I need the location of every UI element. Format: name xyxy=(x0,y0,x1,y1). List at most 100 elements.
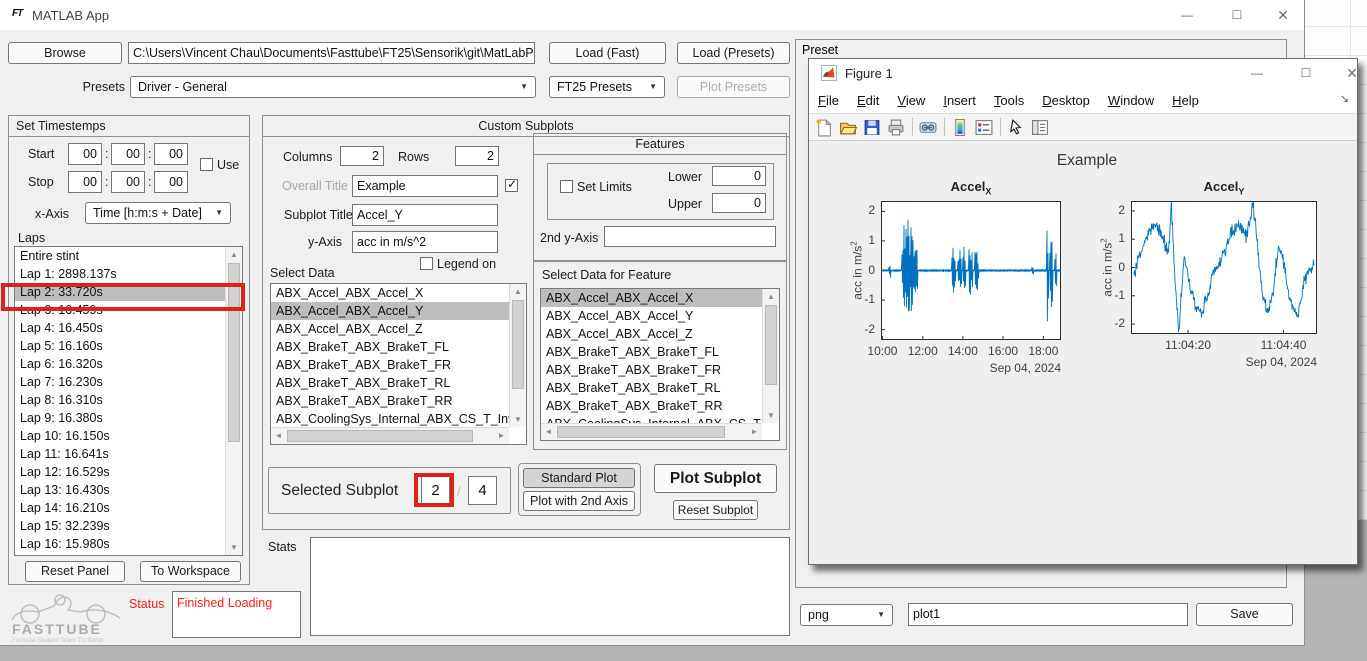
reset-subplot-button[interactable]: Reset Subplot xyxy=(673,500,758,520)
presets-dropdown[interactable]: Driver - General ▼ xyxy=(130,76,536,98)
scroll-thumb[interactable] xyxy=(557,426,725,438)
print-icon[interactable] xyxy=(886,118,906,137)
menu-window[interactable]: Window xyxy=(1099,88,1163,113)
select-data-hscrollbar[interactable]: ◄ ► xyxy=(271,427,509,444)
standard-plot-button[interactable]: Standard Plot xyxy=(523,468,635,488)
data-item[interactable]: ABX_BrakeT_ABX_BrakeT_FL xyxy=(271,338,509,356)
save-icon[interactable] xyxy=(862,118,882,137)
feature-item[interactable]: ABX_Accel_ABX_Accel_Z xyxy=(541,325,762,343)
menu-help[interactable]: Help xyxy=(1163,88,1208,113)
lap-item[interactable]: Lap 1: 2898.137s xyxy=(15,265,225,283)
lap-item[interactable]: Lap 8: 16.310s xyxy=(15,391,225,409)
new-file-icon[interactable] xyxy=(814,118,834,137)
set-limits-checkbox[interactable] xyxy=(560,180,573,193)
lap-item[interactable]: Lap 4: 16.450s xyxy=(15,319,225,337)
rows-field[interactable]: 2 xyxy=(455,146,499,166)
subplot-title-field[interactable]: Accel_Y xyxy=(352,204,498,226)
legend-icon[interactable] xyxy=(974,118,994,137)
menu-view[interactable]: View xyxy=(888,88,934,113)
save-button[interactable]: Save xyxy=(1196,603,1293,626)
lap-item[interactable]: Lap 11: 16.641s xyxy=(15,445,225,463)
data-item[interactable]: ABX_Accel_ABX_Accel_Y xyxy=(271,302,509,320)
select-feature-listbox[interactable]: ABX_Accel_ABX_Accel_XABX_Accel_ABX_Accel… xyxy=(540,288,780,441)
scroll-down-icon[interactable]: ▼ xyxy=(763,408,779,423)
load-fast-button[interactable]: Load (Fast) xyxy=(549,42,666,64)
overall-title-field[interactable]: Example xyxy=(352,175,498,197)
menu-file[interactable]: File xyxy=(809,88,848,113)
plot-2nd-axis-button[interactable]: Plot with 2nd Axis xyxy=(523,491,635,511)
second-yaxis-field[interactable] xyxy=(604,226,776,247)
overall-title-checkbox[interactable] xyxy=(505,179,518,192)
feature-item[interactable]: ABX_BrakeT_ABX_BrakeT_RL xyxy=(541,379,762,397)
lap-item[interactable]: Entire stint xyxy=(15,247,225,265)
lap-item[interactable]: Lap 16: 15.980s xyxy=(15,535,225,553)
lap-item[interactable]: Lap 12: 16.529s xyxy=(15,463,225,481)
start-sec-field[interactable]: 00 xyxy=(154,143,188,165)
stop-sec-field[interactable]: 00 xyxy=(154,171,188,193)
link-plot-icon[interactable] xyxy=(918,118,938,137)
feature-item[interactable]: ABX_Accel_ABX_Accel_X xyxy=(541,289,762,307)
export-format-dropdown[interactable]: png ▼ xyxy=(800,604,893,626)
feature-item[interactable]: ABX_BrakeT_ABX_BrakeT_FR xyxy=(541,361,762,379)
figure-close-button[interactable]: ✕ xyxy=(1337,64,1367,82)
stop-min-field[interactable]: 00 xyxy=(111,171,145,193)
data-item[interactable]: ABX_Accel_ABX_Accel_X xyxy=(271,284,509,302)
lap-item[interactable]: Lap 5: 16.160s xyxy=(15,337,225,355)
lap-item[interactable]: Lap 6: 16.320s xyxy=(15,355,225,373)
menu-desktop[interactable]: Desktop xyxy=(1033,88,1099,113)
colorbar-icon[interactable] xyxy=(950,118,970,137)
data-item[interactable]: ABX_BrakeT_ABX_BrakeT_RR xyxy=(271,392,509,410)
start-min-field[interactable]: 00 xyxy=(111,143,145,165)
scroll-left-icon[interactable]: ◄ xyxy=(541,424,556,440)
lap-item[interactable]: Lap 15: 32.239s xyxy=(15,517,225,535)
yaxis-field[interactable]: acc in m/s^2 xyxy=(352,231,498,253)
scroll-up-icon[interactable]: ▲ xyxy=(510,284,526,299)
select-feature-hscrollbar[interactable]: ◄ ► xyxy=(541,423,762,440)
scroll-up-icon[interactable]: ▲ xyxy=(226,247,242,262)
lap-item[interactable]: Lap 7: 16.230s xyxy=(15,373,225,391)
lower-field[interactable]: 0 xyxy=(712,166,766,186)
stop-hour-field[interactable]: 00 xyxy=(68,171,102,193)
plot-subplot-button[interactable]: Plot Subplot xyxy=(654,464,777,493)
scroll-down-icon[interactable]: ▼ xyxy=(510,412,526,427)
data-item[interactable]: ABX_BrakeT_ABX_BrakeT_FR xyxy=(271,356,509,374)
feature-item[interactable]: ABX_Accel_ABX_Accel_Y xyxy=(541,307,762,325)
scroll-thumb[interactable] xyxy=(765,305,777,385)
data-item[interactable]: ABX_CoolingSys_Internal_ABX_CS_T_InvL xyxy=(271,410,509,427)
data-item[interactable]: ABX_Accel_ABX_Accel_Z xyxy=(271,320,509,338)
lap-item[interactable]: Lap 14: 16.210s xyxy=(15,499,225,517)
scroll-right-icon[interactable]: ► xyxy=(494,428,509,444)
lap-item[interactable]: Lap 9: 16.380s xyxy=(15,409,225,427)
to-workspace-button[interactable]: To Workspace xyxy=(140,561,241,582)
figure-minimize-button[interactable]: — xyxy=(1242,64,1272,82)
export-filename-input[interactable]: plot1 xyxy=(908,603,1188,626)
select-data-vscrollbar[interactable]: ▲ ▼ xyxy=(509,284,526,427)
start-hour-field[interactable]: 00 xyxy=(68,143,102,165)
open-file-icon[interactable] xyxy=(838,118,858,137)
figure-maximize-button[interactable]: ☐ xyxy=(1291,64,1321,82)
menu-tools[interactable]: Tools xyxy=(985,88,1033,113)
load-presets-button[interactable]: Load (Presets) xyxy=(677,42,790,64)
data-item[interactable]: ABX_BrakeT_ABX_BrakeT_RL xyxy=(271,374,509,392)
scroll-thumb[interactable] xyxy=(287,430,473,442)
legend-on-checkbox[interactable] xyxy=(420,257,433,270)
scroll-right-icon[interactable]: ► xyxy=(747,424,762,440)
feature-item[interactable]: ABX_CoolingSys_Internal_ABX_CS_T_Inv xyxy=(541,415,762,423)
subplot-total-field[interactable]: 4 xyxy=(468,476,497,505)
feature-item[interactable]: ABX_BrakeT_ABX_BrakeT_FL xyxy=(541,343,762,361)
select-feature-vscrollbar[interactable]: ▲ ▼ xyxy=(762,289,779,423)
columns-field[interactable]: 2 xyxy=(340,146,384,166)
scroll-down-icon[interactable]: ▼ xyxy=(226,540,242,555)
path-input[interactable]: C:\Users\Vincent Chau\Documents\Fasttube… xyxy=(128,42,535,64)
app-close-button[interactable]: ✕ xyxy=(1268,6,1298,24)
menu-edit[interactable]: Edit xyxy=(848,88,888,113)
use-checkbox[interactable] xyxy=(200,158,213,171)
pointer-icon[interactable] xyxy=(1006,118,1026,137)
scroll-thumb[interactable] xyxy=(512,300,524,389)
property-inspector-icon[interactable] xyxy=(1030,118,1050,137)
dock-figure-icon[interactable]: ↘ xyxy=(1340,92,1349,105)
reset-panel-button[interactable]: Reset Panel xyxy=(25,561,125,582)
feature-item[interactable]: ABX_BrakeT_ABX_BrakeT_RR xyxy=(541,397,762,415)
lap-item[interactable]: Lap 10: 16.150s xyxy=(15,427,225,445)
scroll-left-icon[interactable]: ◄ xyxy=(271,428,286,444)
